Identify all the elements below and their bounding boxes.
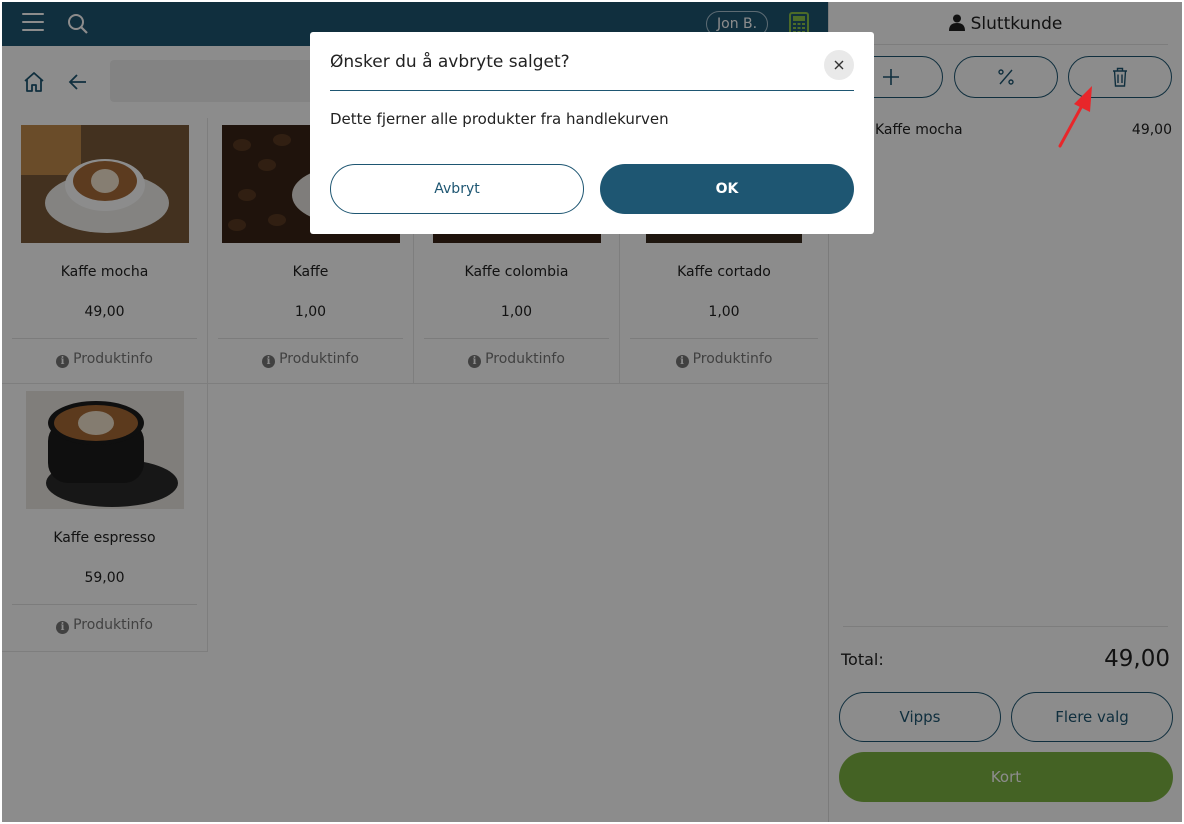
ok-button[interactable]: OK [600,164,854,214]
dialog-title: Ønsker du å avbryte salget? [330,52,570,72]
close-button[interactable] [824,50,854,80]
dialog-message: Dette fjerner alle produkter fra handlek… [330,110,669,128]
annotation-arrow-icon [1058,86,1092,148]
cancel-button[interactable]: Avbryt [330,164,584,214]
confirm-dialog: Ønsker du å avbryte salget? Dette fjerne… [310,32,874,234]
app-frame: Jon B. Kaffe mocha 49,00 i Produktinfo K… [2,2,1182,822]
divider [330,90,854,91]
close-icon [834,60,844,70]
